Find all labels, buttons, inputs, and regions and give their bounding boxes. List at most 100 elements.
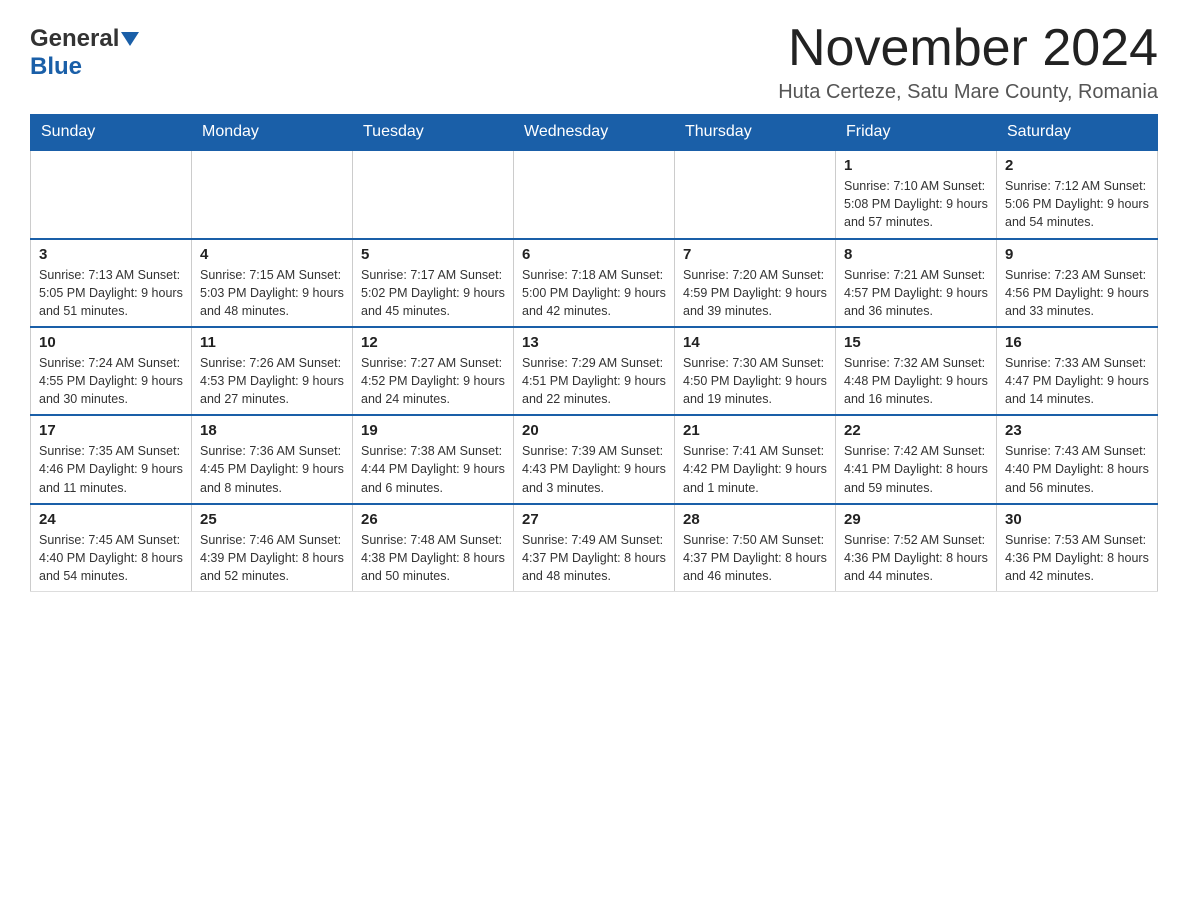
day-info: Sunrise: 7:50 AM Sunset: 4:37 PM Dayligh… [683,531,827,585]
logo-general-text: General [30,25,119,53]
day-number: 16 [1005,334,1149,351]
day-number: 9 [1005,246,1149,263]
calendar-week-row: 3 Sunrise: 7:13 AM Sunset: 5:05 PM Daylig… [31,239,1158,327]
day-info: Sunrise: 7:10 AM Sunset: 5:08 PM Dayligh… [844,177,988,231]
calendar-table: SundayMondayTuesdayWednesdayThursdayFrid… [30,114,1158,592]
day-number: 3 [39,246,183,263]
calendar-header-row: SundayMondayTuesdayWednesdayThursdayFrid… [31,115,1158,151]
logo-blue-text: Blue [30,53,82,80]
day-number: 14 [683,334,827,351]
day-number: 10 [39,334,183,351]
calendar-cell: 22 Sunrise: 7:42 AM Sunset: 4:41 PM Dayli… [836,415,997,503]
day-info: Sunrise: 7:42 AM Sunset: 4:41 PM Dayligh… [844,442,988,496]
day-info: Sunrise: 7:49 AM Sunset: 4:37 PM Dayligh… [522,531,666,585]
page-header: General Blue November 2024 Huta Certeze,… [30,20,1158,104]
calendar-header-thursday: Thursday [675,115,836,151]
day-number: 8 [844,246,988,263]
day-info: Sunrise: 7:24 AM Sunset: 4:55 PM Dayligh… [39,354,183,408]
calendar-cell: 3 Sunrise: 7:13 AM Sunset: 5:05 PM Daylig… [31,239,192,327]
calendar-cell: 30 Sunrise: 7:53 AM Sunset: 4:36 PM Dayli… [997,504,1158,592]
day-info: Sunrise: 7:35 AM Sunset: 4:46 PM Dayligh… [39,442,183,496]
day-number: 17 [39,422,183,439]
day-number: 18 [200,422,344,439]
day-info: Sunrise: 7:32 AM Sunset: 4:48 PM Dayligh… [844,354,988,408]
day-info: Sunrise: 7:17 AM Sunset: 5:02 PM Dayligh… [361,266,505,320]
calendar-cell: 9 Sunrise: 7:23 AM Sunset: 4:56 PM Daylig… [997,239,1158,327]
calendar-cell: 29 Sunrise: 7:52 AM Sunset: 4:36 PM Dayli… [836,504,997,592]
calendar-header-friday: Friday [836,115,997,151]
calendar-cell: 25 Sunrise: 7:46 AM Sunset: 4:39 PM Dayli… [192,504,353,592]
calendar-cell: 21 Sunrise: 7:41 AM Sunset: 4:42 PM Dayli… [675,415,836,503]
location: Huta Certeze, Satu Mare County, Romania [778,81,1158,104]
day-number: 23 [1005,422,1149,439]
day-info: Sunrise: 7:13 AM Sunset: 5:05 PM Dayligh… [39,266,183,320]
day-info: Sunrise: 7:15 AM Sunset: 5:03 PM Dayligh… [200,266,344,320]
day-info: Sunrise: 7:30 AM Sunset: 4:50 PM Dayligh… [683,354,827,408]
day-number: 26 [361,511,505,528]
calendar-cell [31,150,192,238]
calendar-header-sunday: Sunday [31,115,192,151]
day-number: 2 [1005,157,1149,174]
calendar-cell [514,150,675,238]
day-info: Sunrise: 7:39 AM Sunset: 4:43 PM Dayligh… [522,442,666,496]
calendar-cell: 13Sunrise: 7:29 AM Sunset: 4:51 PM Dayli… [514,327,675,415]
calendar-week-row: 17 Sunrise: 7:35 AM Sunset: 4:46 PM Dayli… [31,415,1158,503]
calendar-cell: 11 Sunrise: 7:26 AM Sunset: 4:53 PM Dayli… [192,327,353,415]
day-info: Sunrise: 7:38 AM Sunset: 4:44 PM Dayligh… [361,442,505,496]
title-block: November 2024 Huta Certeze, Satu Mare Co… [778,20,1158,104]
day-info: Sunrise: 7:41 AM Sunset: 4:42 PM Dayligh… [683,442,827,496]
day-number: 12 [361,334,505,351]
calendar-cell: 28Sunrise: 7:50 AM Sunset: 4:37 PM Dayli… [675,504,836,592]
calendar-cell: 18 Sunrise: 7:36 AM Sunset: 4:45 PM Dayli… [192,415,353,503]
day-number: 29 [844,511,988,528]
day-info: Sunrise: 7:46 AM Sunset: 4:39 PM Dayligh… [200,531,344,585]
day-info: Sunrise: 7:45 AM Sunset: 4:40 PM Dayligh… [39,531,183,585]
day-info: Sunrise: 7:36 AM Sunset: 4:45 PM Dayligh… [200,442,344,496]
calendar-cell: 2 Sunrise: 7:12 AM Sunset: 5:06 PM Daylig… [997,150,1158,238]
calendar-cell: 16Sunrise: 7:33 AM Sunset: 4:47 PM Dayli… [997,327,1158,415]
calendar-header-wednesday: Wednesday [514,115,675,151]
day-number: 27 [522,511,666,528]
logo-arrow-icon [121,32,139,51]
calendar-cell: 20Sunrise: 7:39 AM Sunset: 4:43 PM Dayli… [514,415,675,503]
day-info: Sunrise: 7:48 AM Sunset: 4:38 PM Dayligh… [361,531,505,585]
calendar-cell: 6 Sunrise: 7:18 AM Sunset: 5:00 PM Daylig… [514,239,675,327]
calendar-week-row: 24Sunrise: 7:45 AM Sunset: 4:40 PM Dayli… [31,504,1158,592]
day-info: Sunrise: 7:12 AM Sunset: 5:06 PM Dayligh… [1005,177,1149,231]
calendar-cell: 1Sunrise: 7:10 AM Sunset: 5:08 PM Daylig… [836,150,997,238]
day-number: 30 [1005,511,1149,528]
calendar-cell [675,150,836,238]
calendar-cell: 15 Sunrise: 7:32 AM Sunset: 4:48 PM Dayli… [836,327,997,415]
day-info: Sunrise: 7:53 AM Sunset: 4:36 PM Dayligh… [1005,531,1149,585]
day-info: Sunrise: 7:20 AM Sunset: 4:59 PM Dayligh… [683,266,827,320]
day-number: 13 [522,334,666,351]
day-info: Sunrise: 7:52 AM Sunset: 4:36 PM Dayligh… [844,531,988,585]
calendar-header-tuesday: Tuesday [353,115,514,151]
day-number: 21 [683,422,827,439]
calendar-cell [192,150,353,238]
day-info: Sunrise: 7:27 AM Sunset: 4:52 PM Dayligh… [361,354,505,408]
calendar-cell: 8 Sunrise: 7:21 AM Sunset: 4:57 PM Daylig… [836,239,997,327]
calendar-cell: 14 Sunrise: 7:30 AM Sunset: 4:50 PM Dayli… [675,327,836,415]
calendar-cell: 26 Sunrise: 7:48 AM Sunset: 4:38 PM Dayli… [353,504,514,592]
day-info: Sunrise: 7:18 AM Sunset: 5:00 PM Dayligh… [522,266,666,320]
calendar-header-monday: Monday [192,115,353,151]
day-number: 25 [200,511,344,528]
day-info: Sunrise: 7:21 AM Sunset: 4:57 PM Dayligh… [844,266,988,320]
day-number: 6 [522,246,666,263]
day-number: 7 [683,246,827,263]
calendar-header-saturday: Saturday [997,115,1158,151]
calendar-cell: 12 Sunrise: 7:27 AM Sunset: 4:52 PM Dayli… [353,327,514,415]
day-info: Sunrise: 7:23 AM Sunset: 4:56 PM Dayligh… [1005,266,1149,320]
day-info: Sunrise: 7:43 AM Sunset: 4:40 PM Dayligh… [1005,442,1149,496]
day-number: 15 [844,334,988,351]
day-number: 11 [200,334,344,351]
day-number: 5 [361,246,505,263]
day-number: 22 [844,422,988,439]
calendar-cell: 4 Sunrise: 7:15 AM Sunset: 5:03 PM Daylig… [192,239,353,327]
day-number: 4 [200,246,344,263]
calendar-week-row: 10 Sunrise: 7:24 AM Sunset: 4:55 PM Dayli… [31,327,1158,415]
calendar-cell: 24Sunrise: 7:45 AM Sunset: 4:40 PM Dayli… [31,504,192,592]
day-info: Sunrise: 7:26 AM Sunset: 4:53 PM Dayligh… [200,354,344,408]
calendar-cell: 10 Sunrise: 7:24 AM Sunset: 4:55 PM Dayli… [31,327,192,415]
